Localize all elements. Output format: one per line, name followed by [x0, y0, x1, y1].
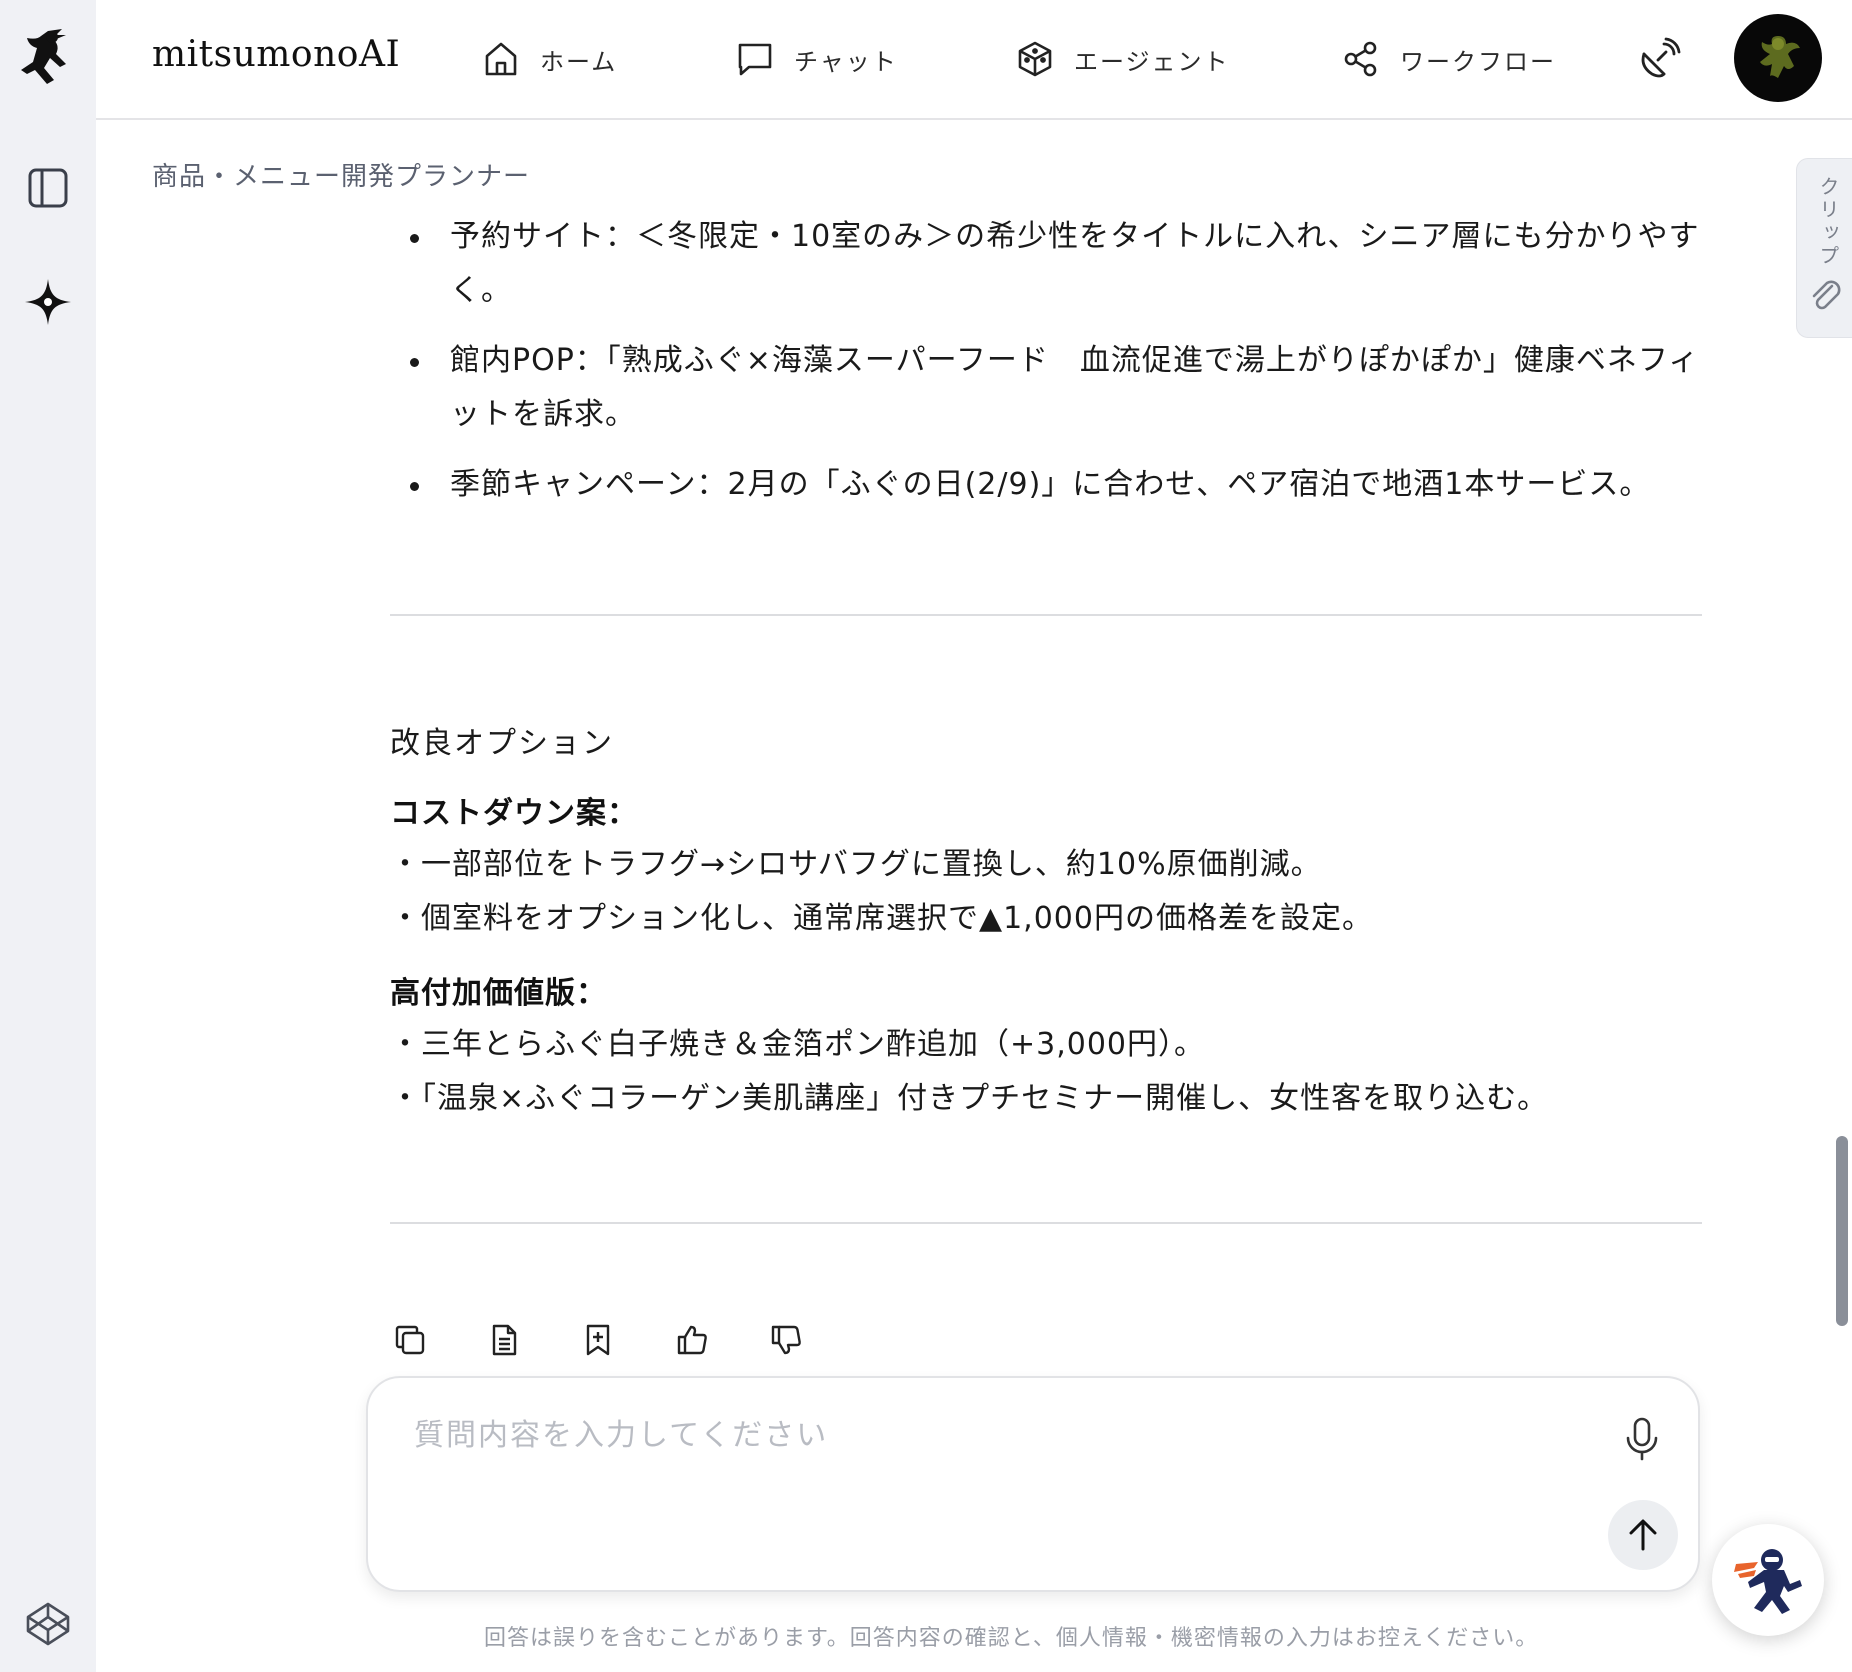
premium-line: ・三年とらふぐ白子焼き＆金箔ポン酢追加（+3,000円）。 — [390, 1027, 1206, 1062]
paperclip-icon — [1808, 278, 1844, 318]
options-section: 改良オプション — [390, 718, 1730, 762]
home-icon — [485, 42, 517, 76]
logo-ninja-icon[interactable] — [18, 29, 78, 90]
premium-heading: 高付加価値版： — [390, 976, 607, 1011]
user-avatar[interactable] — [1734, 14, 1822, 102]
premium-block: 高付加価値版： ・三年とらふぐ白子焼き＆金箔ポン酢追加（+3,000円）。 ・「… — [390, 968, 1730, 1126]
nav-home[interactable]: ホーム — [482, 36, 617, 82]
nav-agent-label: エージェント — [1074, 47, 1230, 76]
copy-icon[interactable] — [388, 1318, 432, 1362]
cost-down-block: コストダウン案： ・一部部位をトラフグ→シロサバフグに置換し、約10%原価削減。… — [390, 788, 1730, 946]
message-actions — [388, 1318, 808, 1362]
document-icon[interactable] — [482, 1318, 526, 1362]
share-nodes-icon — [1344, 41, 1377, 77]
nav-agent[interactable]: エージェント — [1016, 36, 1230, 82]
top-header: mitsumonoAI ホーム チャット エージェント ワークフロー — [96, 0, 1852, 120]
cost-down-heading: コストダウン案： — [390, 796, 638, 831]
brand-name[interactable]: mitsumonoAI — [152, 34, 400, 75]
nav-home-label: ホーム — [540, 47, 618, 76]
premium-line: ・「温泉×ふぐコラーゲン美肌講座」付きプチセミナー開催し、女性客を取り込む。 — [390, 1081, 1549, 1116]
disclaimer-text: 回答は誤りを含むことがあります。回答内容の確認と、個人情報・機密情報の入力はお控… — [484, 1626, 1539, 1651]
divider — [390, 614, 1702, 616]
codepen-cube-icon[interactable] — [18, 1594, 78, 1654]
sparkle-icon[interactable] — [18, 272, 78, 332]
send-button[interactable] — [1608, 1500, 1678, 1570]
nav-workflow[interactable]: ワークフロー — [1342, 36, 1556, 82]
ninja-mascot-icon — [1734, 1549, 1802, 1614]
chat-icon — [738, 43, 772, 76]
breadcrumb[interactable]: 商品・メニュー開発プランナー — [152, 156, 530, 193]
list-item: 季節キャンペーン：2月の「ふぐの日(2/9)」に合わせ、ペア宿泊で地酒1本サービ… — [390, 458, 1702, 512]
chat-composer — [366, 1376, 1700, 1592]
promo-bullet-list: 予約サイト：＜冬限定・10室のみ＞の希少性をタイトルに入れ、シニア層にも分かりや… — [390, 210, 1702, 512]
assistant-message: 予約サイト：＜冬限定・10室のみ＞の希少性をタイトルに入れ、シニア層にも分かりや… — [390, 210, 1702, 528]
cost-down-line: ・個室料をオプション化し、通常席選択で▲1,000円の価格差を設定。 — [390, 901, 1373, 936]
scrollbar-thumb[interactable] — [1836, 1136, 1848, 1326]
assistant-helper-button[interactable] — [1712, 1524, 1824, 1636]
cube-icon — [1018, 41, 1052, 77]
list-item: 館内POP：「熟成ふぐ×海藻スーパーフード 血流促進で湯上がりぽかぽか」健康ベネ… — [390, 334, 1702, 442]
thumbs-down-icon[interactable] — [764, 1318, 808, 1362]
cost-down-line: ・一部部位をトラフグ→シロサバフグに置換し、約10%原価削減。 — [390, 847, 1322, 882]
arrow-up-icon — [1629, 1519, 1657, 1551]
section-title: 改良オプション — [390, 726, 614, 761]
thumbs-up-icon[interactable] — [670, 1318, 714, 1362]
satellite-icon[interactable] — [1636, 36, 1682, 82]
clip-tab-label: クリップ — [1816, 176, 1840, 268]
bookmark-add-icon[interactable] — [576, 1318, 620, 1362]
list-item: 予約サイト：＜冬限定・10室のみ＞の希少性をタイトルに入れ、シニア層にも分かりや… — [390, 210, 1702, 318]
question-input[interactable] — [414, 1418, 1514, 1453]
microphone-icon[interactable] — [1622, 1416, 1662, 1466]
left-rail — [0, 0, 96, 1672]
nav-workflow-label: ワークフロー — [1400, 47, 1556, 76]
sidebar-toggle-icon[interactable] — [18, 158, 78, 218]
divider — [390, 1222, 1702, 1224]
nav-chat-label: チャット — [794, 47, 898, 76]
nav-chat[interactable]: チャット — [736, 36, 898, 82]
